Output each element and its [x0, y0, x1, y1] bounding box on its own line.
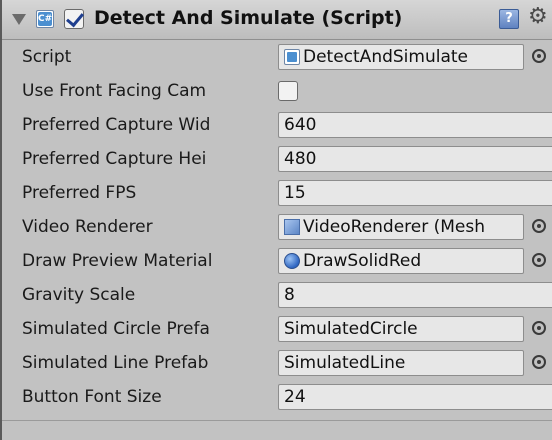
simulated-circle-prefab-label: Simulated Circle Prefa — [22, 319, 210, 339]
preferred-fps-label: Preferred FPS — [22, 183, 137, 203]
row-preferred-capture-width: Preferred Capture Wid 640 — [2, 108, 552, 142]
row-simulated-line-prefab: Simulated Line Prefab SimulatedLine — [2, 346, 552, 380]
script-field[interactable]: DetectAndSimulate — [278, 44, 524, 70]
button-font-size-label: Button Font Size — [22, 387, 162, 407]
gravity-scale-label: Gravity Scale — [22, 285, 136, 305]
preferred-capture-width-field[interactable]: 640 — [278, 112, 552, 138]
row-preferred-capture-height: Preferred Capture Hei 480 — [2, 142, 552, 176]
script-value: DetectAndSimulate — [303, 47, 468, 67]
row-preferred-fps: Preferred FPS 15 — [2, 176, 552, 210]
simulated-line-prefab-label: Simulated Line Prefab — [22, 353, 209, 373]
script-file-icon — [284, 49, 300, 65]
help-book-icon[interactable] — [499, 9, 519, 29]
draw-preview-material-value: DrawSolidRed — [303, 251, 422, 271]
simulated-circle-prefab-field[interactable]: SimulatedCircle — [278, 316, 524, 342]
draw-preview-material-label: Draw Preview Material — [22, 251, 213, 271]
component-enabled-checkbox[interactable] — [64, 9, 84, 29]
video-renderer-field[interactable]: VideoRenderer (Mesh — [278, 214, 524, 240]
preferred-capture-height-field[interactable]: 480 — [278, 146, 552, 172]
mesh-renderer-icon — [284, 219, 300, 235]
component-header[interactable]: Detect And Simulate (Script) ⚙ — [2, 0, 552, 40]
material-sphere-icon — [284, 253, 300, 269]
row-script: Script DetectAndSimulate — [2, 40, 552, 74]
script-label: Script — [22, 47, 72, 67]
script-icon — [36, 10, 54, 28]
row-use-front-facing-camera: Use Front Facing Cam — [2, 74, 552, 108]
video-renderer-value: VideoRenderer (Mesh — [303, 217, 486, 237]
object-picker-icon[interactable] — [532, 355, 546, 369]
row-draw-preview-material: Draw Preview Material DrawSolidRed — [2, 244, 552, 278]
simulated-line-prefab-field[interactable]: SimulatedLine — [278, 350, 524, 376]
section-divider — [2, 420, 552, 421]
gravity-scale-field[interactable]: 8 — [278, 282, 552, 308]
object-picker-icon[interactable] — [532, 219, 546, 233]
object-picker-icon[interactable] — [532, 321, 546, 335]
row-gravity-scale: Gravity Scale 8 — [2, 278, 552, 312]
fold-arrow-icon[interactable] — [12, 14, 26, 25]
component-title: Detect And Simulate (Script) — [94, 7, 403, 29]
button-font-size-field[interactable]: 24 — [278, 384, 552, 410]
gear-icon[interactable]: ⚙ — [528, 4, 548, 29]
inspector-panel: Detect And Simulate (Script) ⚙ Script De… — [0, 0, 552, 440]
preferred-capture-height-label: Preferred Capture Hei — [22, 149, 207, 169]
row-simulated-circle-prefab: Simulated Circle Prefa SimulatedCircle — [2, 312, 552, 346]
video-renderer-label: Video Renderer — [22, 217, 153, 237]
use-front-camera-checkbox[interactable] — [278, 81, 298, 101]
preferred-capture-width-label: Preferred Capture Wid — [22, 115, 211, 135]
row-video-renderer: Video Renderer VideoRenderer (Mesh — [2, 210, 552, 244]
object-picker-icon[interactable] — [532, 49, 546, 63]
row-button-font-size: Button Font Size 24 — [2, 380, 552, 414]
use-front-camera-label: Use Front Facing Cam — [22, 81, 207, 101]
preferred-fps-field[interactable]: 15 — [278, 180, 552, 206]
object-picker-icon[interactable] — [532, 253, 546, 267]
draw-preview-material-field[interactable]: DrawSolidRed — [278, 248, 524, 274]
